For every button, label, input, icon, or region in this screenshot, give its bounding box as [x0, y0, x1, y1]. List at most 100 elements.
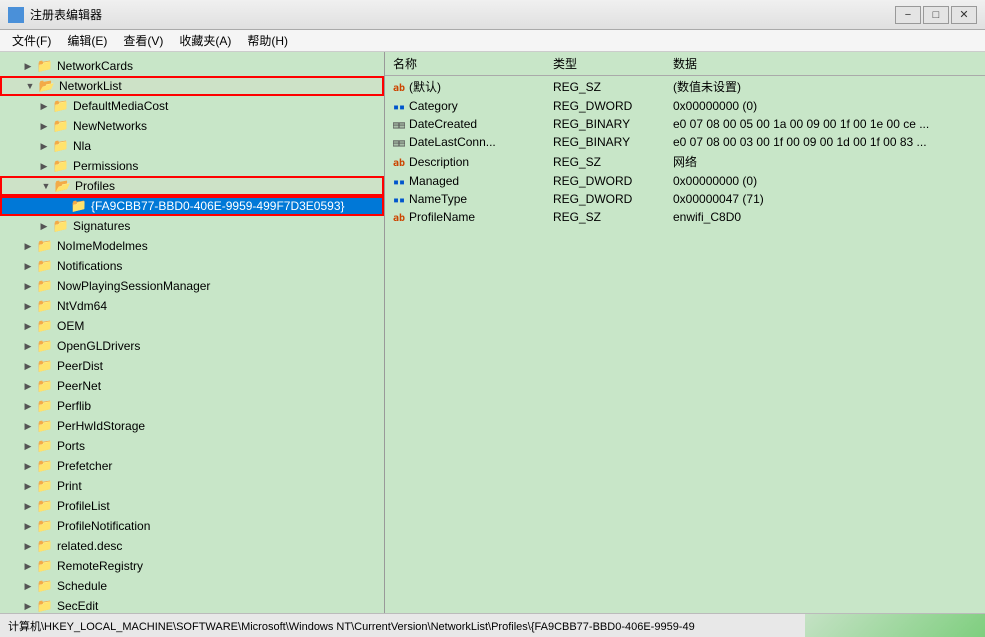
tree-item-perflib[interactable]: 📁 Perflib [0, 396, 384, 416]
tree-label-profiles: Profiles [75, 179, 115, 193]
reg-name: DateCreated [409, 117, 477, 131]
tree-item-opengldrivers[interactable]: 📁 OpenGLDrivers [0, 336, 384, 356]
tree-item-nowplaying[interactable]: 📁 NowPlayingSessionManager [0, 276, 384, 296]
expand-signatures[interactable] [36, 218, 52, 234]
tree-item-ports[interactable]: 📁 Ports [0, 436, 384, 456]
tree-item-secedit[interactable]: 📁 SecEdit [0, 596, 384, 613]
tree-item-profile-guid[interactable]: 📁 {FA9CBB77-BBD0-406E-9959-499F7D3E0593} [0, 196, 384, 216]
reg-icon-dword: ▪▪ [393, 102, 405, 113]
expand-peerdist[interactable] [20, 358, 36, 374]
table-row[interactable]: ab(默认) REG_SZ (数值未设置) [385, 76, 985, 98]
tree-item-peernet[interactable]: 📁 PeerNet [0, 376, 384, 396]
tree-item-notifications[interactable]: 📁 Notifications [0, 256, 384, 276]
reg-name: DateLastConn... [409, 135, 496, 149]
reg-name-cell: ▪▪ Managed [385, 172, 545, 190]
tree-label-newnetworks: NewNetworks [73, 119, 147, 133]
col-header-data: 数据 [665, 52, 985, 76]
tree-item-profiles[interactable]: 📂 Profiles [0, 176, 384, 196]
tree-item-nla[interactable]: 📁 Nla [0, 136, 384, 156]
reg-name-cell: ab(默认) [385, 76, 545, 98]
expand-nowplaying[interactable] [20, 278, 36, 294]
table-row[interactable]: abDescription REG_SZ 网络 [385, 151, 985, 172]
tree-item-relateddesc[interactable]: 📁 related.desc [0, 536, 384, 556]
tree-item-prefetcher[interactable]: 📁 Prefetcher [0, 456, 384, 476]
expand-defaultmediacost[interactable] [36, 98, 52, 114]
expand-secedit[interactable] [20, 598, 36, 613]
tree-item-noimemodeimes[interactable]: 📁 NoImeModelmes [0, 236, 384, 256]
expand-opengldrivers[interactable] [20, 338, 36, 354]
expand-perflib[interactable] [20, 398, 36, 414]
tree-label-oem: OEM [57, 319, 84, 333]
menu-favorites[interactable]: 收藏夹(A) [171, 30, 239, 51]
expand-schedule[interactable] [20, 578, 36, 594]
expand-prefetcher[interactable] [20, 458, 36, 474]
tree-item-networklist[interactable]: 📂 NetworkList [0, 76, 384, 96]
reg-data-cell: e0 07 08 00 03 00 1f 00 09 00 1d 00 1f 0… [665, 133, 985, 151]
reg-name: NameType [409, 192, 467, 206]
expand-peernet[interactable] [20, 378, 36, 394]
reg-type-cell: REG_DWORD [545, 190, 665, 208]
expand-perhwidstorage[interactable] [20, 418, 36, 434]
tree-label-perhwidstorage: PerHwIdStorage [57, 419, 145, 433]
reg-icon-dword: ▪▪ [393, 177, 405, 188]
expand-nla[interactable] [36, 138, 52, 154]
table-row[interactable]: ▪▪Managed REG_DWORD 0x00000000 (0) [385, 172, 985, 190]
table-row[interactable]: abProfileName REG_SZ enwifi_C8D0 [385, 208, 985, 226]
tree-item-defaultmediacost[interactable]: 📁 DefaultMediaCost [0, 96, 384, 116]
table-row[interactable]: ▪▪NameType REG_DWORD 0x00000047 (71) [385, 190, 985, 208]
minimize-button[interactable]: − [895, 6, 921, 24]
expand-relateddesc[interactable] [20, 538, 36, 554]
expand-newnetworks[interactable] [36, 118, 52, 134]
reg-data-cell: 0x00000047 (71) [665, 190, 985, 208]
tree-item-signatures[interactable]: 📁 Signatures [0, 216, 384, 236]
tree-item-profilelist[interactable]: 📁 ProfileList [0, 496, 384, 516]
tree-item-peerdist[interactable]: 📁 PeerDist [0, 356, 384, 376]
expand-ports[interactable] [20, 438, 36, 454]
maximize-button[interactable]: □ [923, 6, 949, 24]
close-button[interactable]: ✕ [951, 6, 977, 24]
menu-help[interactable]: 帮助(H) [239, 30, 296, 51]
tree-label-ntvdm64: NtVdm64 [57, 299, 107, 313]
tree-item-print[interactable]: 📁 Print [0, 476, 384, 496]
expand-print[interactable] [20, 478, 36, 494]
tree-item-schedule[interactable]: 📁 Schedule [0, 576, 384, 596]
reg-icon-ab: ab [393, 158, 405, 169]
reg-name: ProfileName [409, 210, 475, 224]
expand-oem[interactable] [20, 318, 36, 334]
tree-item-profilenotification[interactable]: 📁 ProfileNotification [0, 516, 384, 536]
tree-item-perhwidstorage[interactable]: 📁 PerHwIdStorage [0, 416, 384, 436]
tree-item-newnetworks[interactable]: 📁 NewNetworks [0, 116, 384, 136]
expand-profilelist[interactable] [20, 498, 36, 514]
tree-item-permissions[interactable]: 📁 Permissions [0, 156, 384, 176]
expand-networkcards[interactable] [20, 58, 36, 74]
expand-permissions[interactable] [36, 158, 52, 174]
menu-file[interactable]: 文件(F) [4, 30, 59, 51]
expand-remoteregistry[interactable] [20, 558, 36, 574]
title-bar: 注册表编辑器 − □ ✕ [0, 0, 985, 30]
expand-profilenotification[interactable] [20, 518, 36, 534]
reg-name: Managed [409, 174, 459, 188]
tree-label-secedit: SecEdit [57, 599, 98, 613]
tree-item-networkcards[interactable]: 📁 NetworkCards [0, 56, 384, 76]
col-header-name: 名称 [385, 52, 545, 76]
expand-noimemodeimes[interactable] [20, 238, 36, 254]
menu-edit[interactable]: 编辑(E) [59, 30, 115, 51]
tree-label-signatures: Signatures [73, 219, 130, 233]
expand-ntvdm64[interactable] [20, 298, 36, 314]
table-row[interactable]: ▤▤DateLastConn... REG_BINARY e0 07 08 00… [385, 133, 985, 151]
expand-profiles[interactable] [38, 178, 54, 194]
expand-notifications[interactable] [20, 258, 36, 274]
menu-view[interactable]: 查看(V) [115, 30, 171, 51]
tree-item-oem[interactable]: 📁 OEM [0, 316, 384, 336]
folder-icon-schedule: 📁 [36, 578, 54, 594]
tree-item-ntvdm64[interactable]: 📁 NtVdm64 [0, 296, 384, 316]
status-bar: 计算机\HKEY_LOCAL_MACHINE\SOFTWARE\Microsof… [0, 613, 985, 637]
reg-type-cell: REG_SZ [545, 151, 665, 172]
expand-networklist[interactable] [22, 78, 38, 94]
tree-item-remoteregistry[interactable]: 📁 RemoteRegistry [0, 556, 384, 576]
reg-name: Category [409, 99, 458, 113]
reg-type-cell: REG_BINARY [545, 115, 665, 133]
table-row[interactable]: ▪▪Category REG_DWORD 0x00000000 (0) [385, 97, 985, 115]
folder-icon-nowplaying: 📁 [36, 278, 54, 294]
table-row[interactable]: ▤▤DateCreated REG_BINARY e0 07 08 00 05 … [385, 115, 985, 133]
